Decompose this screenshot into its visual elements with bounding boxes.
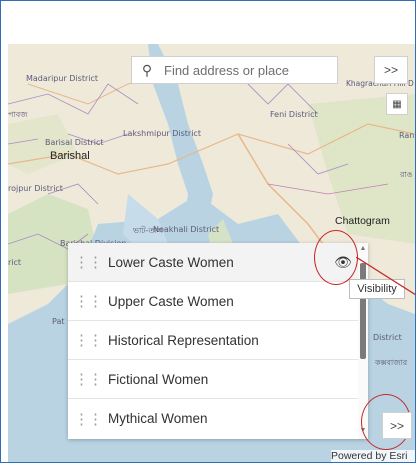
map-label-rojpur: rojpur District <box>8 184 63 193</box>
layer-label: Mythical Women <box>108 411 208 426</box>
drag-handle-icon[interactable]: ⋮⋮ <box>68 292 108 310</box>
expand-panel-button[interactable]: >> <box>382 412 412 439</box>
map-label-feni: Feni District <box>270 110 318 119</box>
expand-panel-label: >> <box>389 418 404 433</box>
layer-label: Lower Caste Women <box>108 254 234 270</box>
map-label-madaripur: Madaripur District <box>26 74 99 83</box>
search-input[interactable] <box>162 61 331 79</box>
layer-label: Upper Caste Women <box>108 293 234 309</box>
layer-label: Fictional Women <box>108 371 209 387</box>
layer-row[interactable]: ⋮⋮ Historical Representation <box>68 321 358 360</box>
drag-handle-icon[interactable]: ⋮⋮ <box>68 370 108 388</box>
map-label-lakshmipur: Lakshmipur District <box>123 129 201 138</box>
layer-row[interactable]: ⋮⋮ Upper Caste Women <box>68 282 358 321</box>
layer-row[interactable]: ⋮⋮ Fictional Women <box>68 360 358 399</box>
drag-handle-icon[interactable]: ⋮⋮ <box>68 253 108 271</box>
attribution-text: Powered by Esri <box>331 450 408 462</box>
map-city-chattogram: Chattogram <box>335 215 390 227</box>
map-label-district: District <box>373 333 402 342</box>
annotation-line <box>356 257 415 296</box>
scroll-up-icon[interactable]: ▲ <box>358 245 368 252</box>
map-attribution[interactable]: Powered by Esri <box>331 450 415 462</box>
drag-handle-icon[interactable]: ⋮⋮ <box>68 331 108 349</box>
map-tool-button[interactable]: ▦ <box>386 93 408 115</box>
map-label-ran: Ran <box>399 131 415 140</box>
map-label-pat: Pat <box>52 317 65 326</box>
map-label-rangamati-bn: রাঙ <box>400 170 413 179</box>
map-label-left-bn: পাবজ <box>8 110 28 119</box>
map-tool-icon: ▦ <box>392 98 402 110</box>
map-label-noakhali: Noakhali District <box>153 225 220 234</box>
highlight-circle <box>314 230 358 285</box>
expand-search-label: >> <box>383 63 398 77</box>
layer-label: Historical Representation <box>108 332 259 348</box>
map-label-rict: rict <box>8 258 22 267</box>
map-city-barishal: Barishal <box>50 150 90 162</box>
layer-row[interactable]: ⋮⋮ Mythical Women <box>68 399 358 438</box>
drag-handle-icon[interactable]: ⋮⋮ <box>68 410 108 428</box>
map-label-barisal-district: Barisal District <box>45 138 104 147</box>
app-frame: Madaripur District Khagrachari Hill D Fe… <box>0 0 416 463</box>
search-icon: ⚲ <box>141 61 153 78</box>
map-label-coxsbazar-bn: কক্সবাজার <box>375 358 408 367</box>
expand-search-button[interactable]: >> <box>374 56 408 84</box>
search-box[interactable]: ⚲ <box>131 56 338 84</box>
